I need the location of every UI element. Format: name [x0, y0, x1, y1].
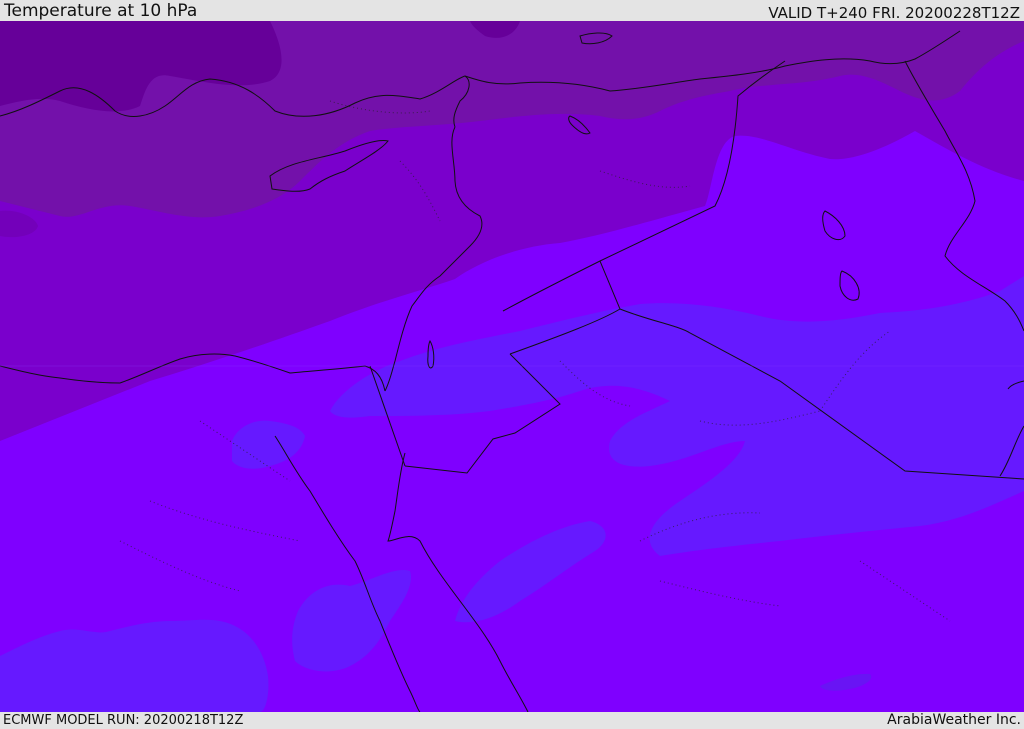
temperature-map: [0, 21, 1024, 712]
map-figure: Temperature at 10 hPa VALID T+240 FRI. 2…: [0, 0, 1024, 729]
model-run-label: ECMWF MODEL RUN: 20200218T12Z: [3, 713, 244, 728]
credit-label: ArabiaWeather Inc.: [887, 712, 1021, 728]
header-bar: Temperature at 10 hPa VALID T+240 FRI. 2…: [0, 0, 1024, 21]
valid-time-label: VALID T+240 FRI. 20200228T12Z: [768, 4, 1020, 22]
map-title: Temperature at 10 hPa: [4, 1, 198, 21]
footer-bar: ECMWF MODEL RUN: 20200218T12Z ArabiaWeat…: [0, 712, 1024, 729]
